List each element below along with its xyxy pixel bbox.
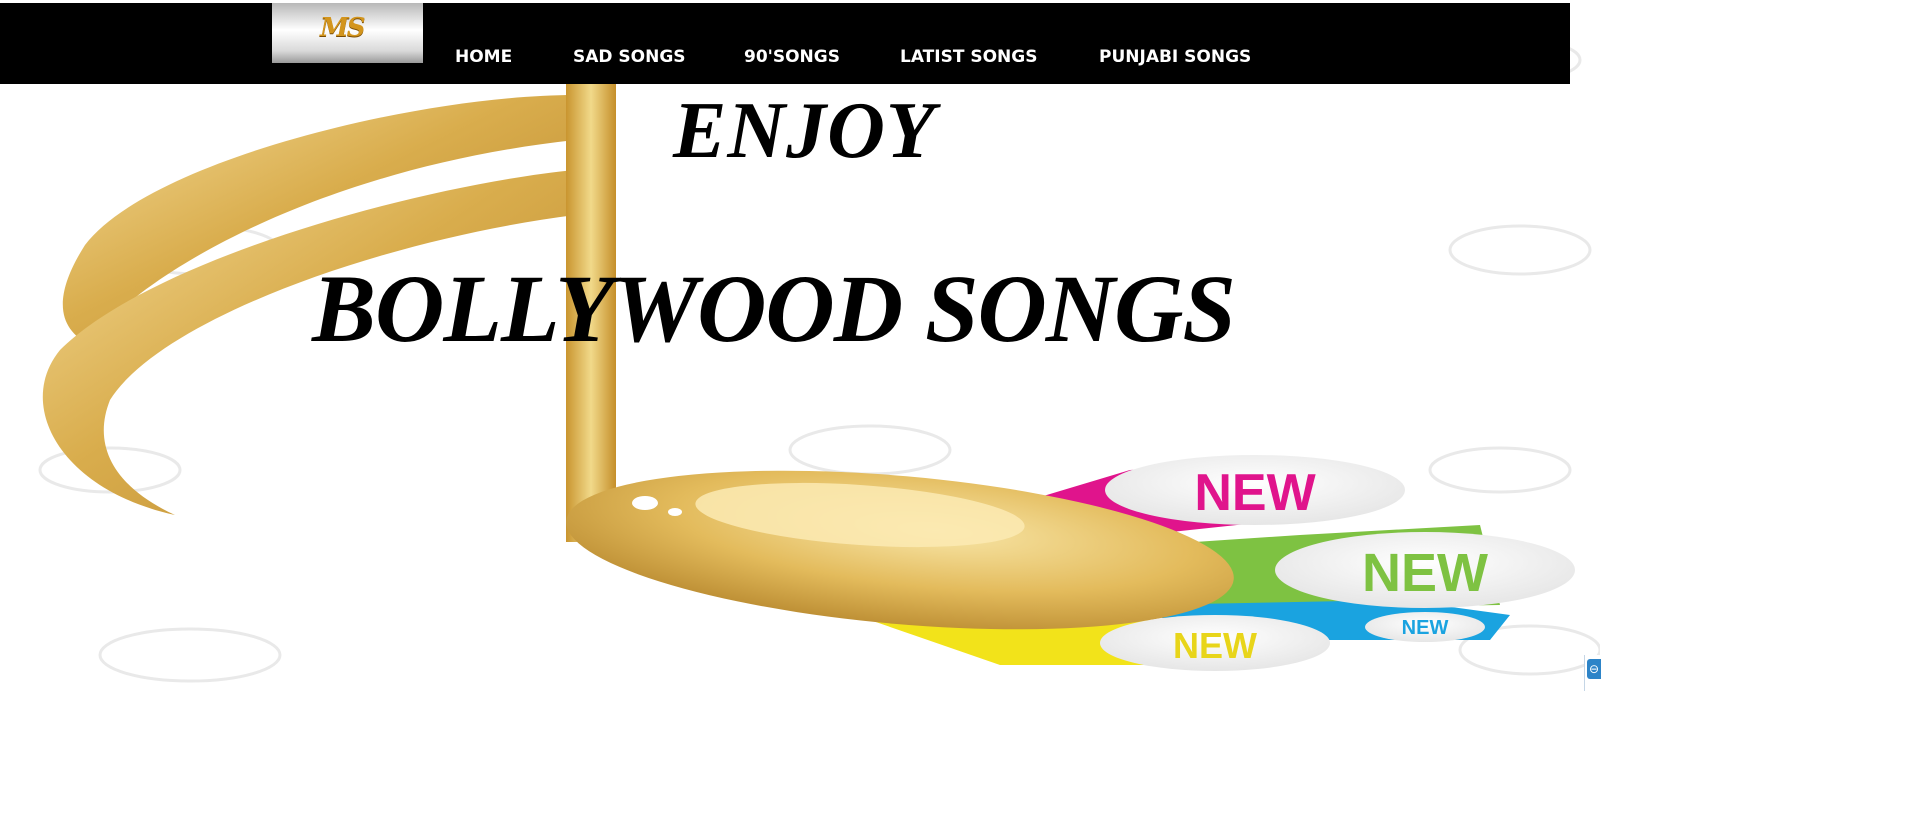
nav-sad-songs[interactable]: SAD SONGS (573, 47, 686, 67)
hero-heading-enjoy: ENJOY (673, 87, 936, 175)
nav-home[interactable]: HOME (455, 47, 512, 67)
svg-text:NEW: NEW (1194, 464, 1316, 522)
site-logo[interactable]: MS (272, 3, 423, 63)
svg-text:NEW: NEW (1173, 625, 1257, 666)
nav-90s-songs[interactable]: 90'SONGS (744, 47, 840, 67)
hero-heading-bollywood-songs: BOLLYWOOD SONGS (312, 255, 1236, 362)
collapse-icon: ⊖ (1587, 659, 1601, 679)
top-navbar: MS HOME SAD SONGS 90'SONGS LATIST SONGS … (0, 3, 1570, 84)
nav-latist-songs[interactable]: LATIST SONGS (900, 47, 1037, 67)
nav-punjabi-songs[interactable]: PUNJABI SONGS (1099, 47, 1251, 67)
logo-text: MS (320, 13, 366, 43)
svg-text:NEW: NEW (1402, 617, 1449, 639)
side-tab-widget[interactable]: ⊖ (1584, 655, 1601, 691)
svg-text:NEW: NEW (1362, 543, 1488, 603)
